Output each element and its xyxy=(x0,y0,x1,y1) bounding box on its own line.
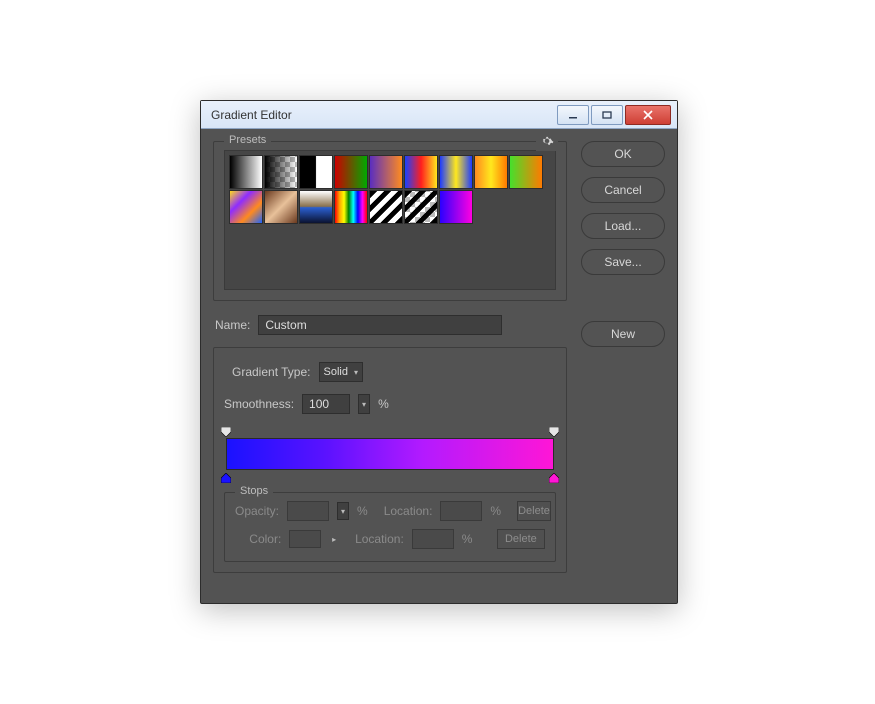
save-button[interactable]: Save... xyxy=(581,249,665,275)
gradient-settings-fieldset: Gradient Type: Solid ▾ Smoothness: ▾ % xyxy=(213,347,567,573)
preset-swatch[interactable] xyxy=(229,190,263,224)
percent-label-3: % xyxy=(462,532,473,546)
preset-swatch[interactable] xyxy=(439,190,473,224)
opacity-location-input[interactable] xyxy=(440,501,482,521)
gradient-editor-area xyxy=(226,426,554,482)
smoothness-input[interactable] xyxy=(302,394,350,414)
chevron-down-icon: ▾ xyxy=(362,400,366,409)
ok-button[interactable]: OK xyxy=(581,141,665,167)
presets-fieldset: Presets xyxy=(213,141,567,301)
color-well[interactable] xyxy=(289,530,321,548)
smoothness-label: Smoothness: xyxy=(224,397,294,411)
opacity-label: Opacity: xyxy=(235,504,279,518)
left-column: Presets Name: Gradient Type: Solid xyxy=(213,141,567,587)
color-stop[interactable] xyxy=(549,472,559,482)
preset-swatch[interactable] xyxy=(299,155,333,189)
opacity-stop-track[interactable] xyxy=(226,426,554,438)
window-title: Gradient Editor xyxy=(211,108,555,122)
stops-opacity-row: Opacity: ▾ % Location: % Delete xyxy=(235,501,545,521)
right-column: OK Cancel Load... Save... New xyxy=(581,141,665,587)
chevron-down-icon: ▾ xyxy=(341,507,345,516)
preset-swatch[interactable] xyxy=(229,155,263,189)
gradient-type-row: Gradient Type: Solid ▾ xyxy=(232,362,556,382)
percent-label-2: % xyxy=(490,504,501,518)
opacity-stop[interactable] xyxy=(221,426,231,436)
color-stop-track[interactable] xyxy=(226,470,554,482)
name-input[interactable] xyxy=(258,315,502,335)
percent-label: % xyxy=(357,504,368,518)
name-label: Name: xyxy=(215,318,250,332)
gradient-type-value: Solid xyxy=(324,366,348,378)
dialog-body: Presets Name: Gradient Type: Solid xyxy=(201,129,677,603)
preset-swatch[interactable] xyxy=(264,155,298,189)
location-label-1: Location: xyxy=(384,504,433,518)
preset-swatch[interactable] xyxy=(404,155,438,189)
color-location-input[interactable] xyxy=(412,529,454,549)
stops-fieldset: Stops Opacity: ▾ % Location: % D xyxy=(224,492,556,562)
preset-swatch[interactable] xyxy=(334,155,368,189)
titlebar[interactable]: Gradient Editor xyxy=(201,101,677,129)
preset-swatch[interactable] xyxy=(474,155,508,189)
opacity-stop[interactable] xyxy=(549,426,559,436)
minimize-button[interactable] xyxy=(557,105,589,125)
color-label: Color: xyxy=(235,532,281,546)
chevron-down-icon: ▸ xyxy=(332,535,336,544)
cancel-button[interactable]: Cancel xyxy=(581,177,665,203)
color-stop[interactable] xyxy=(221,472,231,482)
color-dropdown[interactable]: ▸ xyxy=(329,531,339,547)
gradient-bar[interactable] xyxy=(226,438,554,470)
preset-swatch[interactable] xyxy=(439,155,473,189)
new-button[interactable]: New xyxy=(581,321,665,347)
preset-swatch[interactable] xyxy=(369,190,403,224)
preset-swatch[interactable] xyxy=(299,190,333,224)
opacity-dropdown[interactable]: ▾ xyxy=(337,502,349,520)
gradient-type-select[interactable]: Solid ▾ xyxy=(319,362,363,382)
load-button[interactable]: Load... xyxy=(581,213,665,239)
preset-swatch[interactable] xyxy=(334,190,368,224)
preset-swatch[interactable] xyxy=(404,190,438,224)
stops-legend: Stops xyxy=(235,485,273,497)
gear-icon[interactable] xyxy=(536,134,558,151)
window-controls xyxy=(555,105,671,125)
stops-color-row: Color: ▸ Location: % Delete xyxy=(235,529,545,549)
smoothness-percent: % xyxy=(378,397,389,411)
maximize-button[interactable] xyxy=(591,105,623,125)
name-row: Name: xyxy=(215,315,567,335)
close-button[interactable] xyxy=(625,105,671,125)
gradient-type-label: Gradient Type: xyxy=(232,365,311,379)
presets-list[interactable] xyxy=(224,150,556,290)
presets-legend: Presets xyxy=(224,134,271,146)
preset-swatch[interactable] xyxy=(509,155,543,189)
location-label-2: Location: xyxy=(355,532,404,546)
delete-color-stop-button[interactable]: Delete xyxy=(497,529,545,549)
preset-swatch[interactable] xyxy=(264,190,298,224)
chevron-down-icon: ▾ xyxy=(354,368,358,377)
smoothness-dropdown[interactable]: ▾ xyxy=(358,394,370,414)
preset-swatch[interactable] xyxy=(369,155,403,189)
delete-opacity-stop-button[interactable]: Delete xyxy=(517,501,551,521)
gradient-editor-window: Gradient Editor Presets xyxy=(200,100,678,604)
smoothness-row: Smoothness: ▾ % xyxy=(224,394,556,414)
opacity-input[interactable] xyxy=(287,501,329,521)
